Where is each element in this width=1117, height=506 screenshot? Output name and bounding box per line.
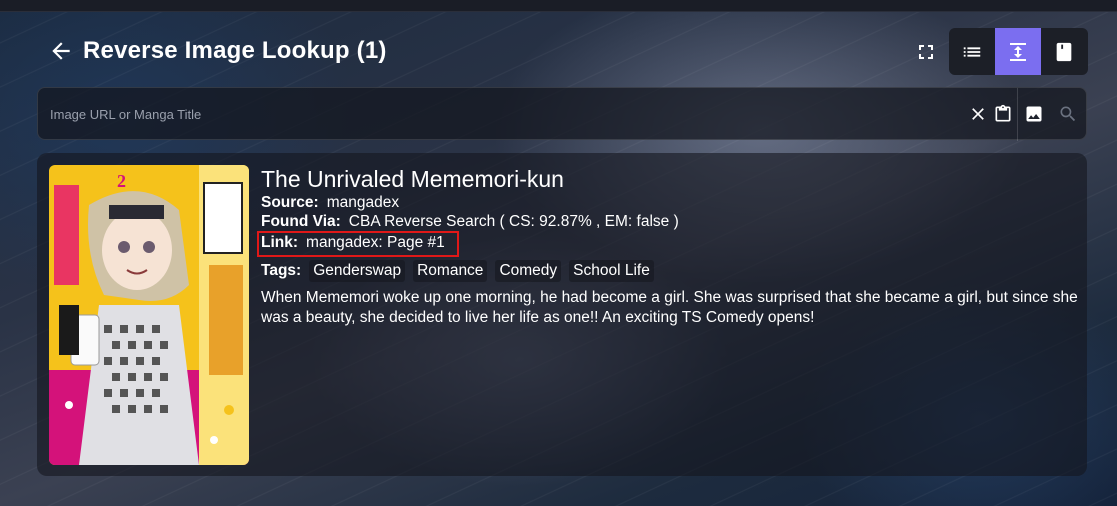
top-bar xyxy=(0,0,1117,12)
search-input[interactable] xyxy=(50,102,950,126)
tags-label: Tags: xyxy=(261,262,302,279)
clear-icon[interactable] xyxy=(968,104,988,124)
link-label: Link: xyxy=(261,234,299,251)
manga-description: When Mememori woke up one morning, he ha… xyxy=(261,289,1078,326)
search-icon[interactable] xyxy=(1058,104,1078,124)
back-arrow-icon[interactable] xyxy=(48,38,74,64)
source-label: Source: xyxy=(261,194,319,211)
result-card: 2 The Unrivaled Mememori-kun Source: mang… xyxy=(37,153,1087,476)
link-row: Link: mangadex: Page #1 xyxy=(257,231,1071,257)
source-row: Source: mangadex xyxy=(261,193,1071,212)
search-bar xyxy=(37,87,1087,141)
manga-cover-image[interactable]: 2 xyxy=(49,165,249,465)
view-mode-toggle-group xyxy=(949,28,1088,75)
tag-chip[interactable]: School Life xyxy=(569,260,654,282)
list-view-icon[interactable] xyxy=(949,28,995,75)
tag-chip[interactable]: Romance xyxy=(413,260,488,282)
page-title: Reverse Image Lookup (1) xyxy=(83,37,387,64)
manga-title: The Unrivaled Mememori-kun xyxy=(261,166,564,192)
fullscreen-icon[interactable] xyxy=(914,40,938,64)
result-info: The Unrivaled Mememori-kun Source: mangad… xyxy=(257,165,1078,328)
found-via-label: Found Via: xyxy=(261,213,341,230)
source-value: mangadex xyxy=(326,194,400,211)
tag-chip[interactable]: Comedy xyxy=(495,260,562,282)
link-value[interactable]: mangadex: Page #1 xyxy=(306,234,445,251)
vertical-view-icon[interactable] xyxy=(995,28,1041,75)
tags-row: Tags: Genderswap Romance Comedy School L… xyxy=(261,260,1071,282)
book-view-icon[interactable] xyxy=(1041,28,1087,75)
found-via-row: Found Via: CBA Reverse Search ( CS: 92.87… xyxy=(261,212,1071,231)
header: Reverse Image Lookup (1) xyxy=(0,28,1117,76)
image-upload-icon[interactable] xyxy=(1024,104,1044,124)
search-divider xyxy=(1017,88,1018,141)
clipboard-icon[interactable] xyxy=(993,104,1013,124)
found-via-value: CBA Reverse Search ( CS: 92.87% , EM: fa… xyxy=(348,213,679,230)
tag-chip[interactable]: Genderswap xyxy=(309,260,406,282)
cover-volume-number: 2 xyxy=(117,171,126,191)
